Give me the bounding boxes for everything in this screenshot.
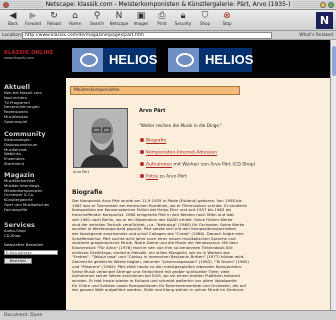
print-button[interactable]: ⎙ Print: [153, 11, 171, 30]
scrollbar-thumb[interactable]: [332, 46, 336, 76]
images-icon: ▣: [136, 11, 146, 21]
bullet-icon: [140, 138, 144, 142]
sidebar-list-aktuell: Neu bei klassik.com Nachrichten TV-Progr…: [4, 90, 62, 125]
link-text[interactable]: Aufnahmen: [146, 163, 172, 168]
window-titlebar[interactable]: Netscape: klassik.com - Meisterkomponist…: [0, 0, 336, 10]
photo-caption: Arvo Pärt: [73, 170, 90, 174]
navigation-toolbar: ◀ Back ▶ Forward ↻ Reload ⌂ Home ⚲ Search N Ne…: [0, 10, 336, 31]
site-brand-subtitle: www.klassik.com: [4, 56, 34, 60]
netscape-icon: N: [115, 11, 123, 21]
newsletter-submit-button[interactable]: Bestellen: [4, 258, 32, 264]
banner-word: HELIOS: [205, 52, 254, 67]
stop-icon: ⊗: [223, 11, 231, 21]
home-icon: ⌂: [72, 11, 78, 21]
bullet-icon: [140, 174, 144, 178]
sidebar-list-magazin: Musikfachartikel Musiker-Interviews Meis…: [4, 178, 62, 213]
banner-circle-icon: [176, 53, 194, 67]
shop-button[interactable]: ⛉ Shop: [196, 11, 214, 30]
link-text[interactable]: Biografie: [146, 139, 166, 144]
search-button[interactable]: ⚲ Search: [88, 11, 106, 30]
forward-button[interactable]: ▶ Forward: [24, 11, 42, 30]
window-title: Netscape: klassik.com - Meisterkomponist…: [0, 1, 336, 9]
link-biografie[interactable]: Biografie: [140, 138, 320, 150]
status-text: Document: Done: [4, 313, 43, 318]
reload-icon: ↻: [50, 11, 58, 21]
banner-graphic: [168, 48, 199, 72]
location-bar: Location: http://www.klassik.com/de/maga…: [0, 31, 336, 40]
sidebar-item[interactable]: Gewinnspiel: [4, 119, 62, 125]
page-viewport: KLASSIK.ONLINE www.klassik.com Aktuell N…: [0, 40, 330, 310]
back-arrow-icon: ◀: [9, 11, 17, 21]
bio-line: der ganzen Welt aufgeführt werden. Still…: [72, 288, 245, 293]
banner-circle-icon: [80, 53, 98, 67]
zoom-window-icon[interactable]: [320, 2, 326, 8]
stop-label: Stop: [222, 21, 232, 26]
newsletter-label-text: Newsletter Bestellen: [4, 242, 44, 247]
status-bar: Document: Done: [0, 310, 336, 320]
forward-arrow-icon: ▶: [29, 11, 37, 21]
newsletter-label: Newsletter Bestellen: [4, 242, 62, 248]
composer-portrait: [74, 109, 127, 167]
shop-icon: ⛉: [201, 11, 209, 21]
reload-button[interactable]: ↻ Reload: [45, 11, 63, 30]
composer-name: Arvo Pärt: [139, 108, 166, 114]
composer-links: Biografie Komponisten-Internet-Adressen …: [140, 138, 320, 186]
location-label: Location:: [2, 33, 23, 38]
whats-related-button[interactable]: What's Related: [299, 32, 333, 39]
link-rest: mit Werken von Arvo Pärt (CD-Shop): [171, 162, 256, 168]
sidebar-item[interactable]: Fachbegriffe: [4, 207, 62, 213]
newsletter-email-input[interactable]: E-Mail-Adresse: [4, 250, 58, 255]
link-aufnahmen[interactable]: Aufnahmen mit Werken von Arvo Pärt (CD-S…: [140, 162, 320, 174]
banner-graphic: [72, 48, 103, 72]
sidebar-list-community: Kleinanzeigen Diskussionsforum Musikerch…: [4, 137, 62, 167]
section-pill: Meisterkomponisten: [70, 86, 240, 95]
link-rest: zu Arvo Pärt: [158, 174, 187, 180]
composer-photo: [73, 108, 128, 168]
home-button[interactable]: ⌂ Home: [66, 11, 84, 30]
netscape-button[interactable]: N Netscape: [110, 11, 129, 30]
biography-heading: Biografie: [72, 189, 103, 196]
link-fotos[interactable]: Fotos zu Arvo Pärt: [140, 174, 320, 186]
sidebar-list-services: Audio-Shop CD-Shop: [4, 228, 62, 239]
link-internet-adressen[interactable]: Komponisten-Internet-Adressen: [140, 150, 320, 162]
url-field[interactable]: http://www.klassik.com/de/magazine/pages…: [22, 32, 272, 39]
search-icon: ⚲: [93, 11, 101, 21]
sidebar-item[interactable]: CD-Shop: [4, 233, 62, 239]
banner-word: HELIOS: [109, 52, 158, 67]
biography-text: Der Komponist Arvo Pärt wurde am 11.9.19…: [72, 199, 312, 293]
bullet-icon: [140, 150, 144, 154]
netscape-logo: N: [316, 12, 333, 29]
link-text[interactable]: Komponisten-Internet-Adressen: [146, 151, 217, 156]
vertical-scrollbar[interactable]: [330, 40, 336, 310]
collapse-window-icon[interactable]: [328, 2, 334, 8]
helios-banner-right[interactable]: HELIOS: [168, 48, 254, 72]
main-content: Meisterkomponisten Arvo Pärt Arvo Pärt "…: [66, 78, 330, 310]
bullet-icon: [140, 162, 144, 166]
helios-banner-left[interactable]: HELIOS: [72, 48, 158, 72]
stop-button[interactable]: ⊗ Stop: [218, 11, 236, 30]
security-icon: 🔒︎: [180, 11, 186, 21]
site-sidebar: KLASSIK.ONLINE www.klassik.com Aktuell N…: [0, 40, 65, 310]
composer-quote: "Weiter reichen die Musik in die Dinge.": [139, 123, 223, 128]
security-button[interactable]: 🔒︎ Security: [174, 11, 192, 30]
images-button[interactable]: ▣ Images: [132, 11, 150, 30]
sidebar-item[interactable]: Startmenü: [4, 161, 62, 167]
link-text[interactable]: Fotos: [146, 175, 158, 180]
print-icon: ⎙: [158, 11, 166, 21]
